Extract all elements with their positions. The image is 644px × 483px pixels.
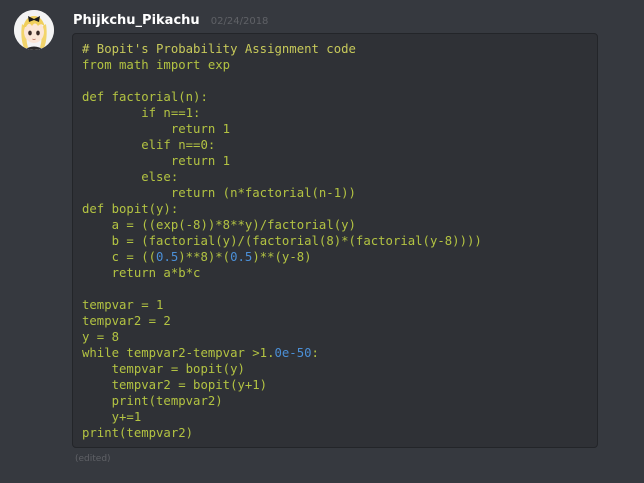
code-token-number: 0.5: [230, 250, 253, 264]
code-token-keyword: (factorial(y)/(factorial(8)*(factorial(y…: [141, 234, 482, 248]
anime-avatar-icon: [14, 10, 54, 50]
code-line: def bopit(y):: [82, 201, 588, 217]
code-line: y+=1: [82, 409, 588, 425]
code-line: tempvar2 = bopit(y+1): [82, 377, 588, 393]
user-avatar[interactable]: [14, 10, 54, 50]
code-line: tempvar2 = 2: [82, 313, 588, 329]
code-token-keyword: b =: [82, 234, 142, 248]
code-line: return 1: [82, 153, 588, 169]
code-token-keyword: def factorial(n):: [82, 90, 208, 104]
code-token-keyword: if n==1:: [82, 106, 201, 120]
code-line: return a*b*c: [82, 265, 588, 281]
code-token-keyword: return 1: [82, 154, 231, 168]
code-line: y = 8: [82, 329, 588, 345]
code-token-keyword: )**(y-8): [252, 250, 312, 264]
code-line: def factorial(n):: [82, 89, 588, 105]
code-token-keyword: else:: [82, 170, 179, 184]
code-token-keyword: print(tempvar2): [82, 394, 223, 408]
code-line: while tempvar2-tempvar >1.0e-50:: [82, 345, 588, 361]
code-line: tempvar = 1: [82, 297, 588, 313]
code-token-keyword: elif n==0:: [82, 138, 216, 152]
edited-label: (edited): [75, 454, 111, 464]
code-token-keyword: return a*b*c: [82, 266, 201, 280]
code-line: # Bopit's Probability Assignment code: [82, 41, 588, 57]
code-token-keyword: c = ((: [82, 250, 157, 264]
code-token-number: 0.5: [156, 250, 179, 264]
message-header: Phijkchu_Pikachu 02/24/2018: [73, 9, 269, 28]
chat-message: Phijkchu_Pikachu 02/24/2018 # Bopit's Pr…: [0, 0, 644, 483]
code-line: return (n*factorial(n-1)): [82, 185, 588, 201]
code-token-keyword: tempvar2 = bopit(y+1): [82, 378, 268, 392]
code-line: c = ((0.5)**8)*(0.5)**(y-8): [82, 249, 588, 265]
code-line: b = (factorial(y)/(factorial(8)*(factori…: [82, 233, 588, 249]
code-token-keyword: )**8)*(: [178, 250, 231, 264]
code-token-keyword: ((exp(-8))*8**y)/factorial(y): [141, 218, 356, 232]
code-token-comment: # Bopit's Probability Assignment code: [82, 42, 356, 56]
code-line: a = ((exp(-8))*8**y)/factorial(y): [82, 217, 588, 233]
code-line: if n==1:: [82, 105, 588, 121]
username[interactable]: Phijkchu_Pikachu: [73, 13, 200, 28]
code-line: from math import exp: [82, 57, 588, 73]
code-line: elif n==0:: [82, 137, 588, 153]
code-token-keyword: while tempvar2-tempvar >1.: [82, 346, 275, 360]
code-token-keyword: :: [311, 346, 319, 360]
code-token-keyword: return (n*factorial(n-1)): [82, 186, 356, 200]
code-block: # Bopit's Probability Assignment code fro…: [72, 33, 598, 448]
code-token-number: 0e-50: [274, 346, 312, 360]
code-token-keyword: tempvar2 = 2: [82, 314, 171, 328]
code-token-keyword: a =: [82, 218, 142, 232]
code-token-keyword: from math import exp: [82, 58, 231, 72]
code-line: tempvar = bopit(y): [82, 361, 588, 377]
code-line: print(tempvar2): [82, 425, 588, 441]
code-line: return 1: [82, 121, 588, 137]
code-token-keyword: def bopit(y):: [82, 202, 179, 216]
code-token-keyword: print(tempvar2): [82, 426, 194, 440]
code-token-keyword: y = 8: [82, 330, 120, 344]
code-token-keyword: return 1: [82, 122, 231, 136]
message-timestamp: 02/24/2018: [210, 16, 269, 27]
code-line: else:: [82, 169, 588, 185]
code-token-keyword: tempvar = 1: [82, 298, 164, 312]
code-line: print(tempvar2): [82, 393, 588, 409]
code-token-keyword: y+=1: [82, 410, 142, 424]
code-token-keyword: tempvar = bopit(y): [82, 362, 245, 376]
